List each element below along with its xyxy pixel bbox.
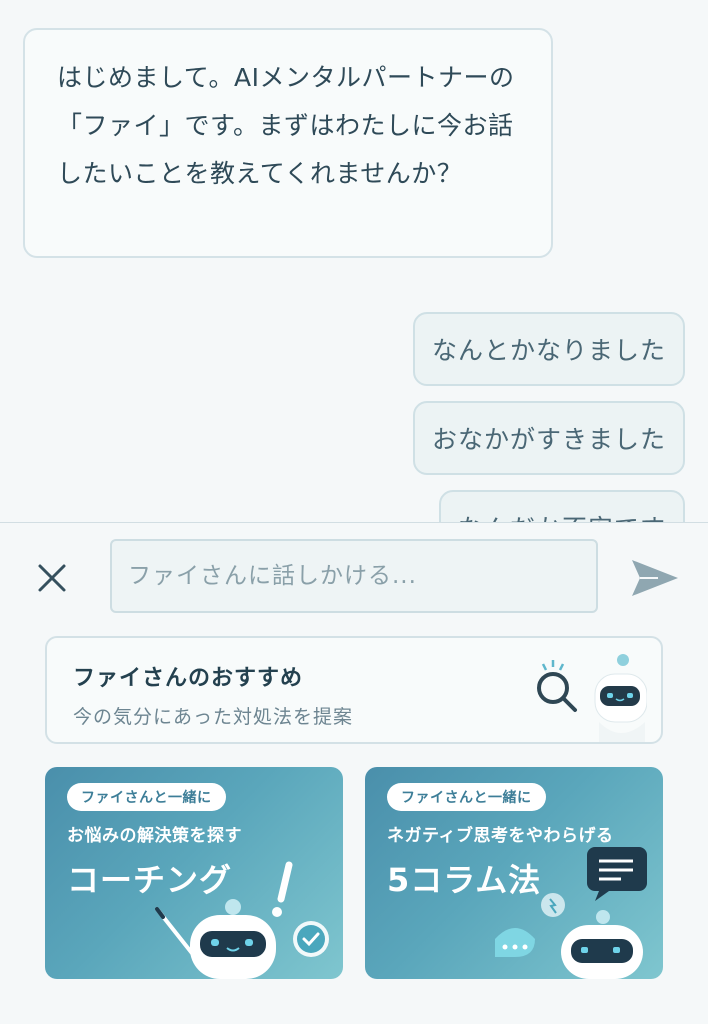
send-icon (632, 560, 678, 596)
user-message-text: おなかがすきました (431, 425, 666, 454)
close-icon (38, 564, 66, 592)
send-button[interactable] (628, 556, 680, 600)
chat-area: はじめまして。AIメンタルパートナーの「ファイ」です。まずはわたしに今お話したい… (0, 0, 708, 522)
promo-subtitle: ネガティブ思考をやわらげる (387, 826, 614, 846)
coaching-card[interactable]: ファイさんと一緒に お悩みの解決策を探す コーチング (45, 767, 343, 979)
user-message-bubble: なんとかなりました (412, 312, 685, 386)
five-column-card[interactable]: ファイさんと一緒に ネガティブ思考をやわらげる 5コラム法 (365, 767, 663, 979)
ai-message-bubble: はじめまして。AIメンタルパートナーの「ファイ」です。まずはわたしに今お話したい… (23, 28, 553, 258)
user-message-text: なんだか不安です (458, 509, 666, 522)
user-message-bubble: なんだか不安です (438, 490, 685, 522)
robot-magnifier-illustration (537, 654, 647, 742)
promo-title: 5コラム法 (387, 861, 542, 899)
recommendation-title: ファイさんのおすすめ (73, 666, 304, 691)
message-input[interactable] (110, 539, 598, 613)
promo-tag: ファイさんと一緒に (387, 783, 546, 811)
user-message-bubble: おなかがすきました (412, 401, 685, 475)
ai-message-text: はじめまして。AIメンタルパートナーの「ファイ」です。まずはわたしに今お話したい… (57, 63, 515, 188)
promo-title: コーチング (67, 861, 233, 899)
recommendation-card[interactable]: ファイさんのおすすめ 今の気分にあった対処法を提案 (45, 636, 663, 744)
promo-tag: ファイさんと一緒に (67, 783, 226, 811)
close-button[interactable] (35, 561, 69, 595)
recommendation-subtitle: 今の気分にあった対処法を提案 (73, 706, 354, 728)
user-message-text: なんとかなりました (431, 336, 666, 365)
promo-subtitle: お悩みの解決策を探す (67, 826, 242, 846)
